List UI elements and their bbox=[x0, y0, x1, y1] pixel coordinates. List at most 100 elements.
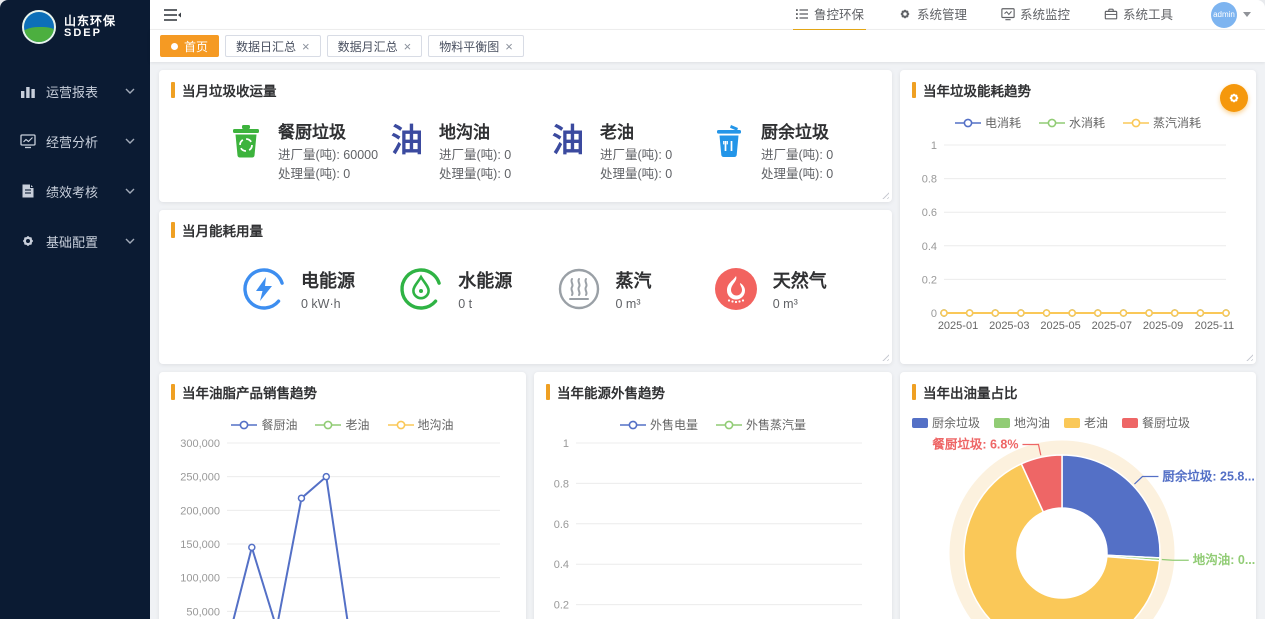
svg-text:厨余垃圾: 25.8...: 厨余垃圾: 25.8... bbox=[1162, 469, 1254, 484]
chevron-down-icon bbox=[124, 185, 136, 197]
chart-legend: 电消耗 水消耗 蒸汽消耗 bbox=[912, 114, 1244, 131]
close-icon[interactable]: × bbox=[302, 40, 310, 53]
legend-item[interactable]: 厨余垃圾 bbox=[912, 414, 980, 431]
settings-fab-button[interactable] bbox=[1220, 84, 1248, 112]
tab-bar: 首页 数据日汇总 × 数据月汇总 × 物料平衡图 × bbox=[150, 30, 1265, 62]
sidebar: 山东环保 SDEP 运营报表 经营分析 bbox=[0, 0, 150, 619]
stat-old-oil: 油 老油 进厂量(吨): 0 处理量(吨): 0 bbox=[548, 118, 709, 185]
top-nav-system-tools[interactable]: 系统工具 bbox=[1102, 0, 1175, 29]
oil-output-pie-chart: 厨余垃圾地沟油老油餐厨垃圾厨余垃圾: 25.8...地沟油: 0....老油: … bbox=[912, 414, 1244, 619]
energy-gas: 天然气 0 m³ bbox=[713, 266, 870, 312]
user-menu[interactable]: admin bbox=[1211, 2, 1251, 28]
svg-text:0.4: 0.4 bbox=[554, 559, 569, 571]
legend-item[interactable]: 地沟油 bbox=[388, 416, 454, 433]
app-logo: 山东环保 SDEP bbox=[0, 0, 150, 58]
tab-label: 数据日汇总 bbox=[236, 38, 296, 55]
legend-item[interactable]: 地沟油 bbox=[994, 414, 1050, 431]
sidebar-item-label: 基础配置 bbox=[46, 232, 124, 251]
svg-text:150,000: 150,000 bbox=[180, 539, 220, 551]
tab-label: 数据月汇总 bbox=[338, 38, 398, 55]
svg-text:2025-07: 2025-07 bbox=[1092, 320, 1132, 332]
top-nav-lukong[interactable]: 鲁控环保 bbox=[793, 0, 866, 29]
top-nav-system-management[interactable]: 系统管理 bbox=[896, 0, 969, 29]
card-energy-sale-trend: 当年能源外售趋势 外售电量外售蒸汽量10.80.60.40.202025-012… bbox=[534, 372, 892, 619]
energy-sale-chart: 外售电量外售蒸汽量10.80.60.40.202025-012025-03202… bbox=[546, 416, 880, 619]
tab-home[interactable]: 首页 bbox=[160, 35, 219, 57]
energy-value: 0 m³ bbox=[616, 297, 652, 311]
chart-legend: 厨余垃圾地沟油老油餐厨垃圾 bbox=[912, 414, 1244, 431]
energy-value: 0 kW·h bbox=[301, 297, 355, 311]
card-oil-sales-trend: 当年油脂产品销售趋势 餐厨油老油地沟油300,000250,000200,000… bbox=[159, 372, 526, 619]
tab-material-balance[interactable]: 物料平衡图 × bbox=[428, 35, 524, 57]
card-title: 当年能源外售趋势 bbox=[546, 382, 880, 402]
svg-text:50,000: 50,000 bbox=[186, 606, 220, 618]
svg-text:1: 1 bbox=[563, 438, 569, 450]
electric-icon bbox=[241, 266, 287, 312]
energy-name: 蒸汽 bbox=[616, 267, 652, 293]
svg-text:0.4: 0.4 bbox=[922, 241, 937, 253]
toolbox-icon bbox=[1104, 7, 1118, 21]
card-title: 当月垃圾收运量 bbox=[171, 80, 880, 100]
legend-item[interactable]: 餐厨油 bbox=[231, 416, 297, 433]
resize-handle[interactable] bbox=[880, 190, 889, 199]
card-title: 当年垃圾能耗趋势 bbox=[912, 80, 1244, 100]
svg-text:地沟油: 0....: 地沟油: 0.... bbox=[1193, 552, 1256, 567]
top-nav: 鲁控环保 系统管理 系统监控 系统工具 admin bbox=[793, 0, 1251, 29]
legend-item[interactable]: 蒸汽消耗 bbox=[1123, 114, 1201, 131]
resize-handle[interactable] bbox=[1244, 352, 1253, 361]
gear-icon bbox=[1227, 91, 1241, 105]
avatar: admin bbox=[1211, 2, 1237, 28]
chart-legend: 外售电量 外售蒸汽量 bbox=[546, 416, 880, 433]
stat-name: 厨余垃圾 bbox=[761, 118, 833, 143]
tab-daily-summary[interactable]: 数据日汇总 × bbox=[225, 35, 321, 57]
legend-item[interactable]: 老油 bbox=[1064, 414, 1108, 431]
app-window: 山东环保 SDEP 运营报表 经营分析 bbox=[0, 0, 1265, 619]
svg-text:300,000: 300,000 bbox=[180, 438, 220, 450]
stat-in: 进厂量(吨): 0 bbox=[761, 146, 833, 165]
svg-text:0.2: 0.2 bbox=[922, 274, 937, 286]
stat-out: 处理量(吨): 0 bbox=[278, 165, 378, 184]
svg-text:0.6: 0.6 bbox=[922, 207, 937, 219]
tab-label: 首页 bbox=[184, 38, 208, 55]
sidebar-item-label: 绩效考核 bbox=[46, 182, 124, 201]
monitor-chart-icon bbox=[20, 133, 36, 149]
chevron-down-icon bbox=[124, 135, 136, 147]
card-title: 当年油脂产品销售趋势 bbox=[171, 382, 514, 402]
close-icon[interactable]: × bbox=[505, 40, 513, 53]
top-nav-system-monitor[interactable]: 系统监控 bbox=[999, 0, 1072, 29]
energy-water: 水能源 0 t bbox=[398, 266, 555, 312]
sidebar-item-operations-report[interactable]: 运营报表 bbox=[0, 66, 150, 116]
close-icon[interactable]: × bbox=[404, 40, 412, 53]
svg-text:0.6: 0.6 bbox=[554, 519, 569, 531]
resize-handle[interactable] bbox=[880, 352, 889, 361]
svg-text:0.2: 0.2 bbox=[554, 600, 569, 612]
stat-name: 餐厨垃圾 bbox=[278, 118, 378, 143]
legend-item[interactable]: 老油 bbox=[315, 416, 369, 433]
svg-text:2025-01: 2025-01 bbox=[938, 320, 978, 332]
stat-kitchen-waste: 餐厨垃圾 进厂量(吨): 60000 处理量(吨): 0 bbox=[226, 118, 387, 185]
list-icon bbox=[795, 7, 809, 21]
oil-character-icon: 油 bbox=[387, 120, 427, 160]
sidebar-item-performance-review[interactable]: 绩效考核 bbox=[0, 166, 150, 216]
sidebar-item-basic-config[interactable]: 基础配置 bbox=[0, 216, 150, 266]
stat-food-waste: 厨余垃圾 进厂量(吨): 0 处理量(吨): 0 bbox=[709, 118, 870, 185]
legend-item[interactable]: 水消耗 bbox=[1039, 114, 1105, 131]
tab-label: 物料平衡图 bbox=[439, 38, 499, 55]
energy-name: 电能源 bbox=[301, 267, 355, 293]
svg-text:2025-03: 2025-03 bbox=[989, 320, 1029, 332]
energy-electric: 电能源 0 kW·h bbox=[241, 266, 398, 312]
stat-name: 老油 bbox=[600, 118, 672, 143]
legend-item[interactable]: 外售蒸汽量 bbox=[716, 416, 806, 433]
legend-item[interactable]: 电消耗 bbox=[955, 114, 1021, 131]
sidebar-item-business-analysis[interactable]: 经营分析 bbox=[0, 116, 150, 166]
svg-text:2025-05: 2025-05 bbox=[1040, 320, 1080, 332]
svg-text:1: 1 bbox=[931, 140, 937, 152]
tab-monthly-summary[interactable]: 数据月汇总 × bbox=[327, 35, 423, 57]
collapse-sidebar-icon[interactable] bbox=[162, 5, 182, 25]
logo-title: 山东环保 bbox=[64, 15, 116, 28]
legend-item[interactable]: 餐厨垃圾 bbox=[1122, 414, 1190, 431]
legend-item[interactable]: 外售电量 bbox=[620, 416, 698, 433]
chevron-down-icon bbox=[1243, 12, 1251, 17]
gear-icon bbox=[898, 7, 912, 21]
card-title: 当月能耗用量 bbox=[171, 220, 880, 240]
